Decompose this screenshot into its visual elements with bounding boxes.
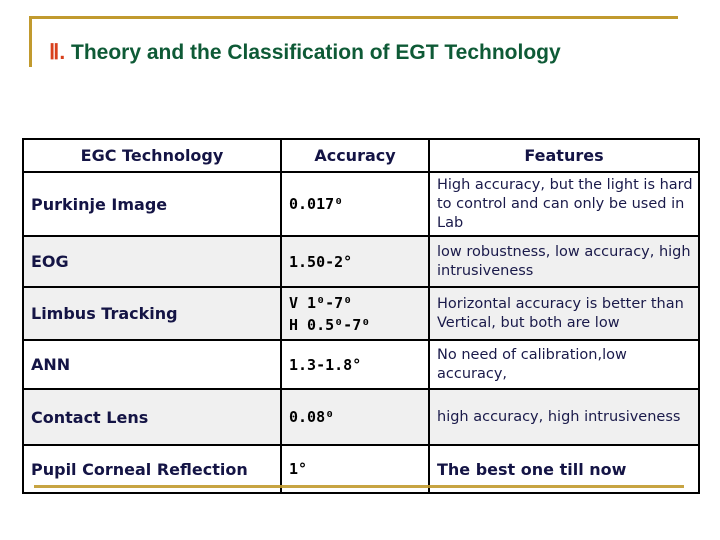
accuracy-value: 1.3-1.8° — [289, 355, 362, 374]
title-frame-left-rule — [29, 16, 32, 67]
technology-cell: Contact Lens — [22, 388, 282, 446]
accuracy-value: 1.50-2° — [289, 252, 353, 271]
accuracy-cell: V 1⁰-7⁰ H 0.5⁰-7⁰ — [280, 286, 430, 341]
slide-title: Ⅱ. Theory and the Classification of EGT … — [49, 40, 561, 65]
accuracy-cell: 1.50-2° — [280, 235, 430, 288]
column-header-features: Features — [428, 138, 700, 173]
accuracy-cell: 0.017⁰ — [280, 171, 430, 237]
table-row: ANN 1.3-1.8° No need of calibration,low … — [22, 339, 700, 390]
accuracy-cell: 0.08⁰ — [280, 388, 430, 446]
column-header-technology: EGC Technology — [22, 138, 282, 173]
egt-classification-table: EGC Technology Accuracy Features Purkinj… — [22, 138, 700, 494]
accuracy-cell: 1.3-1.8° — [280, 339, 430, 390]
section-numeral: Ⅱ. — [49, 41, 66, 64]
features-cell: high accuracy, high intrusiveness — [428, 388, 700, 446]
features-cell: Horizontal accuracy is better than Verti… — [428, 286, 700, 341]
accuracy-value: 0.017⁰ — [289, 195, 344, 213]
title-text: Theory and the Classification of EGT Tec… — [65, 41, 561, 64]
accuracy-value-vertical: V 1⁰-7⁰ — [289, 293, 353, 312]
accuracy-value-horizontal: H 0.5⁰-7⁰ — [289, 315, 371, 334]
technology-cell: ANN — [22, 339, 282, 390]
technology-cell: EOG — [22, 235, 282, 288]
accuracy-value: 0.08⁰ — [289, 408, 335, 426]
table-row: Limbus Tracking V 1⁰-7⁰ H 0.5⁰-7⁰ Horizo… — [22, 286, 700, 341]
features-cell: High accuracy, but the light is hard to … — [428, 171, 700, 237]
decorative-gold-rule — [34, 485, 684, 488]
accuracy-value: 1° — [289, 460, 308, 478]
technology-cell: Limbus Tracking — [22, 286, 282, 341]
table-row: Contact Lens 0.08⁰ high accuracy, high i… — [22, 388, 700, 446]
table-row: EOG 1.50-2° low robustness, low accuracy… — [22, 235, 700, 288]
features-cell: No need of calibration,low accuracy, — [428, 339, 700, 390]
table-row: Purkinje Image 0.017⁰ High accuracy, but… — [22, 171, 700, 237]
technology-cell: Purkinje Image — [22, 171, 282, 237]
table-header-row: EGC Technology Accuracy Features — [22, 138, 700, 173]
title-frame-top-rule — [29, 16, 678, 19]
column-header-accuracy: Accuracy — [280, 138, 430, 173]
features-cell: low robustness, low accuracy, high intru… — [428, 235, 700, 288]
